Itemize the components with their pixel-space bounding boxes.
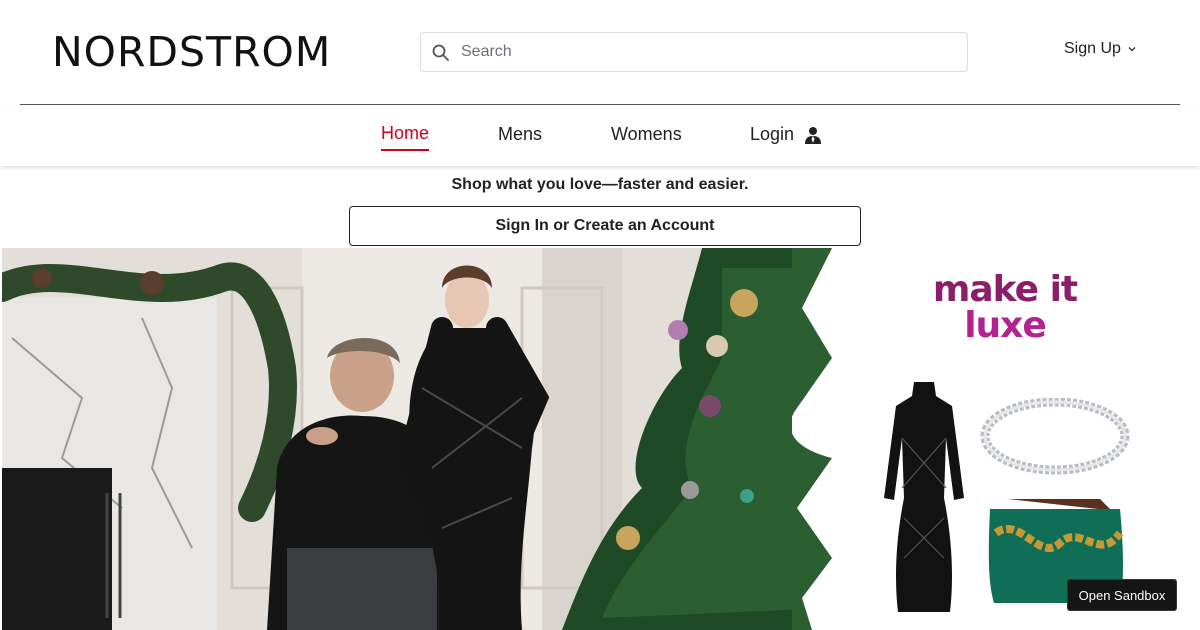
hero-wave-edge bbox=[792, 248, 832, 630]
hero-banner[interactable]: make it luxe bbox=[2, 248, 1200, 630]
main-nav: Home Mens Womens Login bbox=[0, 105, 1200, 166]
user-icon bbox=[805, 126, 822, 144]
sign-up-label: Sign Up bbox=[1064, 40, 1121, 57]
search-icon bbox=[432, 44, 449, 61]
site-header: NORDSTROM Sign Up bbox=[0, 0, 1200, 104]
hero-holiday-photo bbox=[2, 248, 832, 630]
tagline-line-2: luxe bbox=[964, 305, 1047, 346]
chevron-down-icon bbox=[1128, 47, 1136, 52]
promo-headline: Shop what you love—faster and easier. bbox=[451, 176, 749, 193]
search-bar[interactable] bbox=[420, 32, 968, 72]
search-input[interactable] bbox=[461, 39, 951, 65]
nav-item-home[interactable]: Home bbox=[381, 123, 430, 151]
nav-item-womens[interactable]: Womens bbox=[611, 124, 682, 145]
product-dress-image bbox=[884, 382, 964, 612]
tagline-line-1: make it bbox=[932, 269, 1078, 310]
nav-item-mens[interactable]: Mens bbox=[498, 124, 542, 145]
nav-item-login[interactable]: Login bbox=[750, 124, 822, 145]
nordstrom-logo[interactable]: NORDSTROM bbox=[52, 30, 331, 74]
product-necklace-image bbox=[980, 398, 1130, 475]
sign-up-dropdown[interactable]: Sign Up bbox=[1064, 40, 1137, 58]
login-label: Login bbox=[750, 124, 795, 144]
sign-in-create-account-button[interactable]: Sign In or Create an Account bbox=[349, 206, 861, 246]
make-it-luxe-title: make it luxe bbox=[920, 272, 1090, 344]
open-sandbox-button[interactable]: Open Sandbox bbox=[1067, 579, 1177, 611]
